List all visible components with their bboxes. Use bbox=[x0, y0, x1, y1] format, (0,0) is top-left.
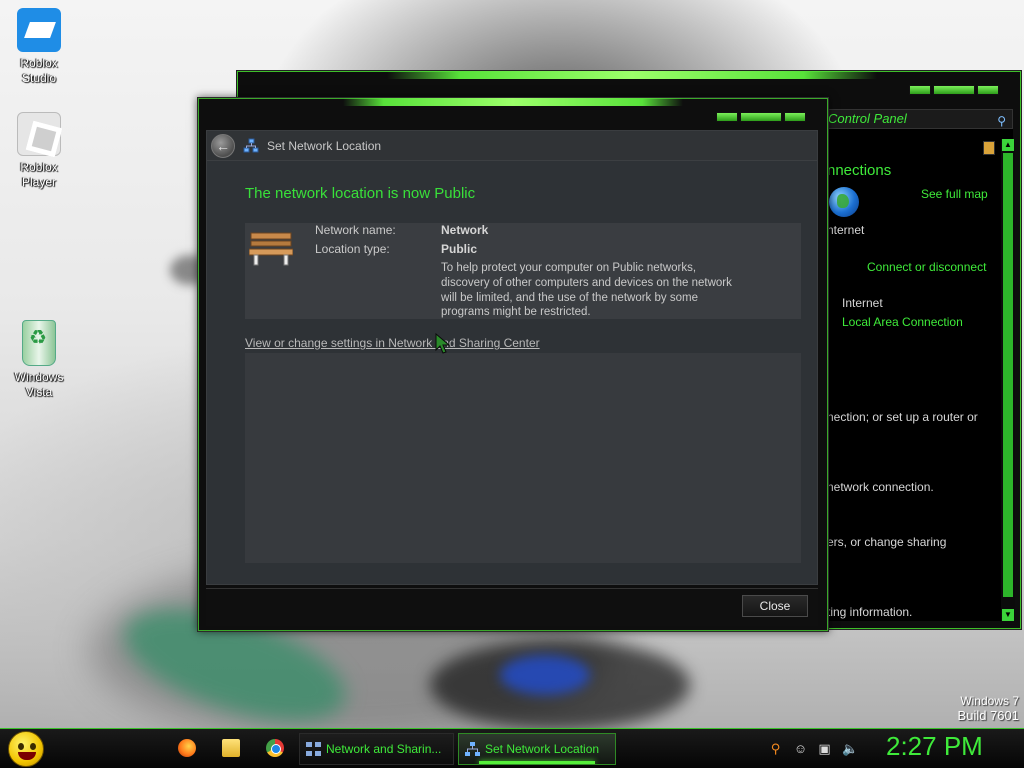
back-arrow-icon[interactable]: ← bbox=[211, 134, 235, 158]
desktop-icon-label: Windows bbox=[14, 370, 64, 384]
scroll-down-icon[interactable]: ▼ bbox=[1002, 609, 1014, 621]
search-icon[interactable]: ⚲ bbox=[768, 741, 783, 756]
watermark-build: Build 7601 bbox=[957, 708, 1019, 723]
dialog-empty-area bbox=[245, 353, 801, 563]
scroll-up-icon[interactable]: ▲ bbox=[1002, 139, 1014, 151]
task-text-4: ting information. bbox=[827, 605, 913, 619]
folder-icon[interactable] bbox=[222, 739, 240, 757]
task-set-network-location[interactable]: Set Network Location bbox=[458, 733, 616, 765]
desktop-icon-label: Vista bbox=[25, 385, 53, 399]
vertical-scrollbar[interactable]: ▲ ▼ bbox=[1001, 139, 1015, 621]
window-glow bbox=[343, 98, 683, 106]
park-bench-icon bbox=[249, 232, 293, 266]
set-network-location-dialog[interactable]: ← Set Network Location The network locat… bbox=[197, 97, 829, 632]
desktop-icon-label: Player bbox=[21, 175, 56, 189]
section-heading: nnections bbox=[827, 162, 892, 179]
watermark-os: Windows 7 bbox=[960, 694, 1019, 708]
globe-icon bbox=[829, 187, 859, 217]
desktop-icon-roblox-player[interactable]: Roblox Player bbox=[0, 112, 78, 190]
task-text-1: nection; or set up a router or bbox=[827, 410, 978, 424]
scroll-thumb[interactable] bbox=[1003, 153, 1013, 597]
desktop-icon-roblox-studio[interactable]: Roblox Studio bbox=[0, 8, 78, 86]
roblox-studio-icon bbox=[17, 8, 61, 52]
help-icon[interactable] bbox=[983, 141, 995, 155]
network-name-label: Network name: bbox=[315, 223, 396, 237]
start-button[interactable] bbox=[8, 731, 44, 767]
window-controls bbox=[716, 112, 806, 122]
recycle-bin-icon bbox=[22, 320, 56, 366]
close-window-button[interactable] bbox=[784, 112, 806, 122]
maximize-button[interactable] bbox=[933, 85, 975, 95]
address-text: Control Panel bbox=[828, 111, 907, 126]
location-description: To help protect your computer on Public … bbox=[441, 262, 732, 319]
minimize-button[interactable] bbox=[716, 112, 738, 122]
task-text-2: network connection. bbox=[827, 480, 934, 494]
status-headline: The network location is now Public bbox=[245, 185, 476, 202]
location-type-label: Location type: bbox=[315, 242, 390, 256]
network-center-icon bbox=[306, 742, 321, 756]
roblox-player-icon bbox=[17, 112, 61, 156]
network-icon bbox=[243, 138, 259, 153]
internet-label: nternet bbox=[827, 223, 865, 237]
connect-or-disconnect-link[interactable]: Connect or disconnect bbox=[867, 260, 986, 274]
location-type-value: Public bbox=[441, 242, 478, 256]
address-bar[interactable]: Control Panel ⚲ bbox=[823, 109, 1013, 129]
taskbar: Network and Sharin... Set Network Locati… bbox=[0, 728, 1024, 768]
desktop-icon-label: Roblox bbox=[20, 56, 58, 70]
search-icon[interactable]: ⚲ bbox=[997, 112, 1006, 128]
network-icon bbox=[465, 742, 480, 756]
wallpaper-dark-shape bbox=[430, 640, 690, 730]
window-controls bbox=[909, 85, 999, 95]
navigation-bar: ← Set Network Location bbox=[207, 131, 817, 161]
see-full-map-link[interactable]: See full map bbox=[921, 187, 988, 201]
maximize-button[interactable] bbox=[740, 112, 782, 122]
chrome-icon[interactable] bbox=[266, 739, 284, 757]
task-label: Set Network Location bbox=[485, 742, 600, 756]
desktop-icon-label: Studio bbox=[21, 71, 57, 85]
close-button[interactable]: Close bbox=[742, 595, 808, 617]
dialog-footer: Close bbox=[206, 588, 818, 626]
task-network-and-sharing[interactable]: Network and Sharin... bbox=[299, 733, 454, 765]
network-tray-icon[interactable]: ▣ bbox=[817, 741, 832, 756]
task-label: Network and Sharin... bbox=[326, 742, 442, 756]
minimize-button[interactable] bbox=[909, 85, 931, 95]
network-sharing-center-link[interactable]: View or change settings in Network and S… bbox=[245, 336, 540, 350]
task-text-3: ers, or change sharing bbox=[827, 535, 947, 549]
firefox-icon[interactable] bbox=[178, 739, 196, 757]
clock[interactable]: 2:27 PM bbox=[886, 731, 983, 762]
desktop-icon-recycle-bin[interactable]: Windows Vista bbox=[0, 320, 78, 400]
dialog-content: ← Set Network Location The network locat… bbox=[206, 130, 818, 585]
messenger-icon[interactable]: ☺ bbox=[793, 741, 808, 756]
network-name-value: Network bbox=[441, 223, 489, 237]
mouse-cursor-icon bbox=[435, 333, 451, 354]
wallpaper-blue-shape bbox=[500, 655, 590, 695]
access-type-value: Internet bbox=[842, 296, 883, 310]
window-glow bbox=[387, 71, 877, 79]
close-window-button[interactable] bbox=[977, 85, 999, 95]
local-area-connection-link[interactable]: Local Area Connection bbox=[842, 315, 963, 329]
network-info-box: Network name: Network Location type: Pub… bbox=[245, 223, 801, 319]
windows-watermark: Windows 7 Build 7601 bbox=[958, 694, 1019, 723]
volume-icon[interactable]: 🔈 bbox=[842, 741, 858, 756]
desktop-icon-label: Roblox bbox=[20, 160, 58, 174]
dialog-title: Set Network Location bbox=[267, 139, 382, 153]
